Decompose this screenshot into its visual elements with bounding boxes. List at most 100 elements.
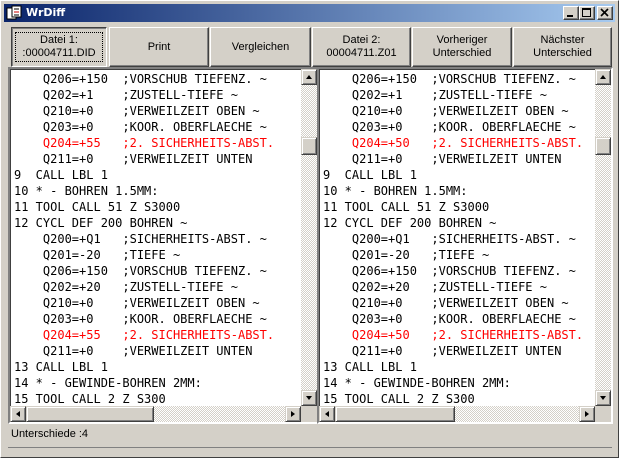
datei1-label: Datei 1:: [40, 34, 78, 46]
right-scroll-corner: [595, 406, 611, 422]
datei1-filename: :00004711.DID: [22, 47, 96, 59]
left-code-line: 10 * - BOHREN 1.5MM:: [14, 184, 159, 198]
left-code-line: Q203=+0 ;KOOR. OBERFLAECHE ~: [14, 120, 267, 134]
left-code-line: 12 CYCL DEF 200 BOHREN ~: [14, 216, 188, 230]
scroll-up-icon: [600, 75, 606, 79]
close-icon: [600, 8, 609, 17]
right-code-line: 15 TOOL CALL 2 Z S300: [323, 392, 475, 404]
left-code-line: Q200=+Q1 ;SICHERHEITS-ABST. ~: [14, 232, 267, 246]
left-scroll-thumb[interactable]: [301, 137, 317, 155]
left-code-line: Q202=+20 ;ZUSTELL-TIEFE ~: [14, 280, 238, 294]
left-code-line: 14 * - GEWINDE-BOHREN 2MM:: [14, 376, 202, 390]
left-scroll-left-button[interactable]: [10, 406, 26, 422]
left-code-line: Q204=+55 ;2. SICHERHEITS-ABST.: [14, 136, 275, 150]
left-scroll-right-button[interactable]: [285, 406, 301, 422]
right-code-line: 11 TOOL CALL 51 Z S3000: [323, 200, 490, 214]
scroll-left-icon: [325, 411, 329, 417]
right-code-line: 12 CYCL DEF 200 BOHREN ~: [323, 216, 497, 230]
title-bar[interactable]: WrDiff: [4, 4, 615, 22]
maximize-button[interactable]: [579, 6, 595, 20]
right-file-pane[interactable]: Q206=+150 ;VORSCHUB TIEFENZ. ~ Q202=+1 ;…: [317, 67, 613, 424]
left-scroll-up-button[interactable]: [301, 69, 317, 85]
scroll-down-icon: [306, 396, 312, 400]
left-vertical-scrollbar[interactable]: [301, 69, 317, 406]
left-scroll-down-button[interactable]: [301, 390, 317, 406]
right-scroll-right-button[interactable]: [579, 406, 595, 422]
status-text: Unterschiede :4: [11, 428, 89, 440]
left-hscroll-thumb[interactable]: [26, 406, 154, 422]
right-code-line: Q202=+20 ;ZUSTELL-TIEFE ~: [323, 280, 547, 294]
window-title: WrDiff: [26, 6, 66, 19]
datei2-button[interactable]: Datei 2: 00004711.Z01: [312, 27, 411, 67]
left-code-line: Q203=+0 ;KOOR. OBERFLAECHE ~: [14, 312, 267, 326]
vorheriger-label-2: Unterschied: [432, 47, 492, 59]
datei1-button[interactable]: Datei 1: :00004711.DID: [11, 27, 107, 67]
right-code-line: Q204=+50 ;2. SICHERHEITS-ABST.: [323, 136, 584, 150]
left-code-line: 11 TOOL CALL 51 Z S3000: [14, 200, 181, 214]
right-code-line: 10 * - BOHREN 1.5MM:: [323, 184, 468, 198]
right-code-view[interactable]: Q206=+150 ;VORSCHUB TIEFENZ. ~ Q202=+1 ;…: [321, 71, 593, 404]
right-code-line: 9 CALL LBL 1: [323, 168, 417, 182]
app-icon: [6, 5, 22, 21]
left-code-view[interactable]: Q206=+150 ;VORSCHUB TIEFENZ. ~ Q202=+1 ;…: [12, 71, 299, 404]
right-scroll-up-button[interactable]: [595, 69, 611, 85]
left-code-line: Q211=+0 ;VERWEILZEIT UNTEN: [14, 152, 253, 166]
left-code-line: 13 CALL LBL 1: [14, 360, 108, 374]
maximize-icon: [582, 8, 591, 17]
datei2-filename: 00004711.Z01: [326, 47, 397, 59]
right-code-line: Q203=+0 ;KOOR. OBERFLAECHE ~: [323, 312, 576, 326]
minimize-button[interactable]: [563, 6, 579, 20]
right-scroll-down-button[interactable]: [595, 390, 611, 406]
right-code-line: 13 CALL LBL 1: [323, 360, 417, 374]
right-horizontal-scrollbar[interactable]: [319, 406, 595, 422]
toolbar: Datei 1: :00004711.DID Print Vergleichen…: [8, 27, 612, 67]
right-code-line: Q200=+Q1 ;SICHERHEITS-ABST. ~: [323, 232, 576, 246]
datei2-label: Datei 2:: [342, 34, 381, 46]
scroll-up-icon: [306, 75, 312, 79]
status-bar: Unterschiede :4: [8, 425, 612, 445]
app-window: WrDiff Datei 1: :00004711.DID Print Verg…: [0, 0, 619, 458]
scroll-right-icon: [291, 411, 295, 417]
left-code-line: 9 CALL LBL 1: [14, 168, 108, 182]
left-code-line: Q201=-20 ;TIEFE ~: [14, 248, 181, 262]
right-code-line: Q210=+0 ;VERWEILZEIT OBEN ~: [323, 296, 569, 310]
right-code-line: 14 * - GEWINDE-BOHREN 2MM:: [323, 376, 511, 390]
close-button[interactable]: [597, 6, 613, 20]
right-code-line: Q206=+150 ;VORSCHUB TIEFENZ. ~: [323, 72, 576, 86]
right-code-line: Q202=+1 ;ZUSTELL-TIEFE ~: [323, 88, 547, 102]
naechster-label-2: Unterschied: [533, 47, 592, 59]
scroll-down-icon: [600, 396, 606, 400]
print-button[interactable]: Print: [109, 27, 209, 67]
left-code-line: Q204=+55 ;2. SICHERHEITS-ABST.: [14, 328, 275, 342]
right-code-line: Q211=+0 ;VERWEILZEIT UNTEN: [323, 344, 562, 358]
naechster-label-1: Nächster: [540, 34, 585, 46]
vorheriger-button[interactable]: Vorheriger Unterschied: [412, 27, 512, 67]
right-code-line: Q204=+50 ;2. SICHERHEITS-ABST.: [323, 328, 584, 342]
bottom-divider: [8, 447, 612, 449]
right-scroll-left-button[interactable]: [319, 406, 335, 422]
scroll-left-icon: [16, 411, 20, 417]
left-file-pane[interactable]: Q206=+150 ;VORSCHUB TIEFENZ. ~ Q202=+1 ;…: [8, 67, 319, 424]
right-code-line: Q210=+0 ;VERWEILZEIT OBEN ~: [323, 104, 569, 118]
left-horizontal-scrollbar[interactable]: [10, 406, 301, 422]
right-vertical-scrollbar[interactable]: [595, 69, 611, 406]
right-scroll-thumb[interactable]: [595, 137, 611, 155]
right-hscroll-thumb[interactable]: [335, 406, 455, 422]
left-code-line: Q202=+1 ;ZUSTELL-TIEFE ~: [14, 88, 238, 102]
left-code-line: Q206=+150 ;VORSCHUB TIEFENZ. ~: [14, 264, 267, 278]
print-label: Print: [147, 40, 171, 53]
vorheriger-label-1: Vorheriger: [436, 34, 488, 46]
left-code-line: Q210=+0 ;VERWEILZEIT OBEN ~: [14, 296, 260, 310]
minimize-icon: [567, 15, 573, 17]
vergleichen-label: Vergleichen: [231, 40, 290, 53]
naechster-button[interactable]: Nächster Unterschied: [513, 27, 612, 67]
right-code-line: Q201=-20 ;TIEFE ~: [323, 248, 490, 262]
datei1-focus: Datei 1: :00004711.DID: [15, 32, 103, 62]
right-code-line: Q206=+150 ;VORSCHUB TIEFENZ. ~: [323, 264, 576, 278]
left-code-line: 15 TOOL CALL 2 Z S300: [14, 392, 166, 404]
right-code-line: Q203=+0 ;KOOR. OBERFLAECHE ~: [323, 120, 576, 134]
right-code-line: Q211=+0 ;VERWEILZEIT UNTEN: [323, 152, 562, 166]
vergleichen-button[interactable]: Vergleichen: [210, 27, 311, 67]
left-code-line: Q206=+150 ;VORSCHUB TIEFENZ. ~: [14, 72, 267, 86]
scroll-right-icon: [585, 411, 589, 417]
